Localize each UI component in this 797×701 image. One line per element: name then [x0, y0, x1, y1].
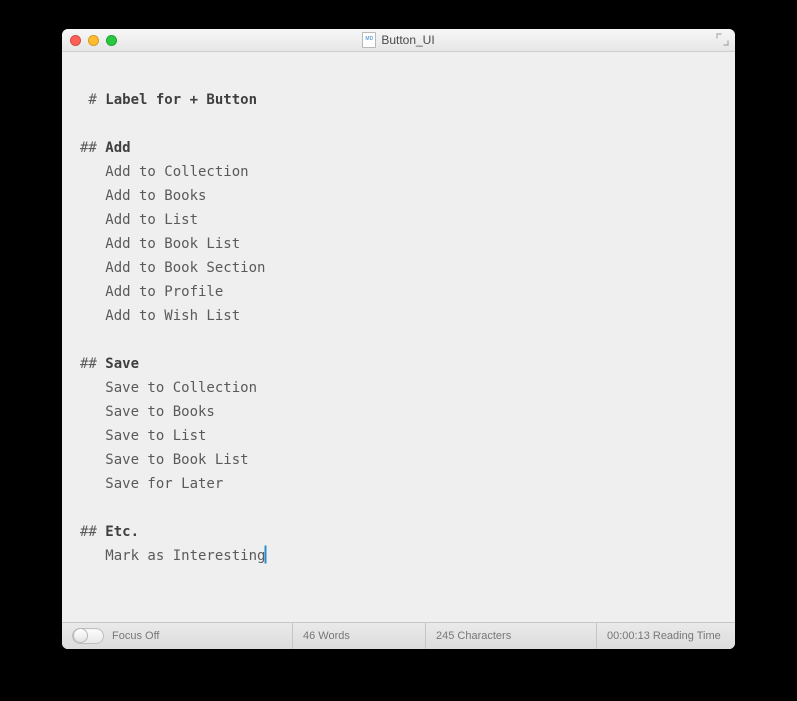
text-line[interactable]: Add to List	[80, 208, 717, 232]
text-line[interactable]: Save for Later	[80, 472, 717, 496]
text-line[interactable]: Add to Profile	[80, 280, 717, 304]
text-line[interactable]: ## Add	[80, 136, 717, 160]
text-line[interactable]	[80, 496, 717, 520]
app-window: Button_UI # Label for + Button ## AddAdd…	[62, 29, 735, 649]
focus-toggle[interactable]	[72, 628, 104, 644]
fullscreen-icon[interactable]	[716, 33, 729, 46]
focus-toggle-segment: Focus Off	[62, 623, 293, 649]
text-line[interactable]: Save to Books	[80, 400, 717, 424]
text-line[interactable]: Mark as Interesting	[80, 544, 717, 568]
titlebar[interactable]: Button_UI	[62, 29, 735, 52]
text-line[interactable]: ## Save	[80, 352, 717, 376]
text-line[interactable]: # Label for + Button	[80, 88, 717, 112]
close-icon[interactable]	[70, 35, 81, 46]
word-count[interactable]: 46 Words	[293, 623, 426, 649]
text-line[interactable]: Add to Wish List	[80, 304, 717, 328]
status-bar: Focus Off 46 Words 245 Characters 00:00:…	[62, 622, 735, 649]
zoom-icon[interactable]	[106, 35, 117, 46]
character-count[interactable]: 245 Characters	[426, 623, 597, 649]
text-line[interactable]: Add to Book List	[80, 232, 717, 256]
text-line[interactable]	[80, 328, 717, 352]
text-line[interactable]: Save to Collection	[80, 376, 717, 400]
text-line[interactable]: Add to Collection	[80, 160, 717, 184]
text-line[interactable]	[80, 112, 717, 136]
window-title-text: Button_UI	[381, 33, 434, 47]
text-line[interactable]: Save to List	[80, 424, 717, 448]
focus-label: Focus Off	[112, 630, 159, 642]
document-content[interactable]: # Label for + Button ## AddAdd to Collec…	[80, 88, 717, 568]
editor-area[interactable]: # Label for + Button ## AddAdd to Collec…	[62, 52, 735, 622]
window-title: Button_UI	[62, 32, 735, 48]
minimize-icon[interactable]	[88, 35, 99, 46]
text-line[interactable]: Add to Book Section	[80, 256, 717, 280]
text-line[interactable]: ## Etc.	[80, 520, 717, 544]
text-line[interactable]: Add to Books	[80, 184, 717, 208]
text-line[interactable]: Save to Book List	[80, 448, 717, 472]
window-controls	[62, 35, 117, 46]
text-caret	[265, 546, 266, 563]
reading-time[interactable]: 00:00:13 Reading Time	[597, 623, 735, 649]
document-icon	[362, 32, 376, 48]
